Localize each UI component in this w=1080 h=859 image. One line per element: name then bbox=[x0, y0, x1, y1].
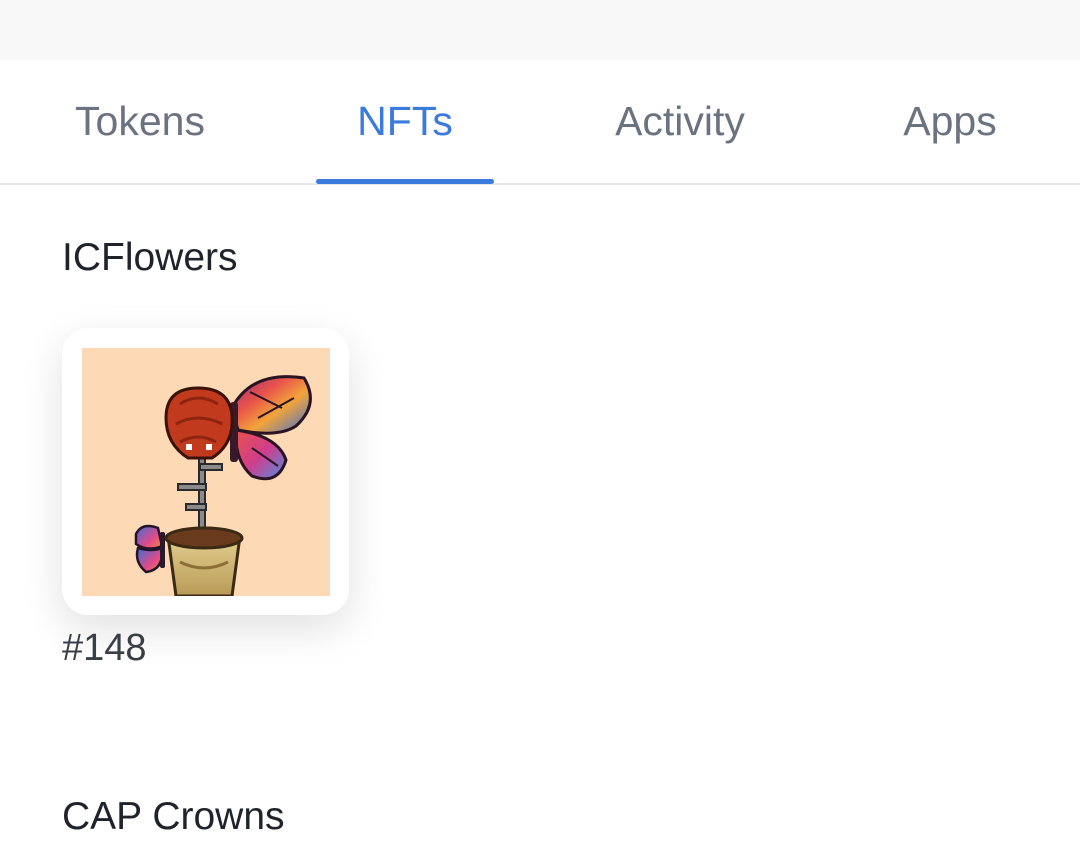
collection-title-icflowers: ICFlowers bbox=[62, 236, 238, 279]
tab-bar: Tokens NFTs Activity Apps bbox=[0, 60, 1080, 185]
tab-activity[interactable]: Activity bbox=[550, 60, 810, 183]
tab-apps[interactable]: Apps bbox=[820, 60, 1080, 183]
tab-nfts[interactable]: NFTs bbox=[280, 60, 530, 183]
top-bar bbox=[0, 0, 1080, 60]
flower-with-butterflies-icon bbox=[82, 348, 330, 596]
nft-card[interactable] bbox=[62, 328, 349, 615]
active-tab-indicator bbox=[316, 179, 494, 184]
tab-tokens[interactable]: Tokens bbox=[10, 60, 270, 183]
collection-title-cap-crowns: CAP Crowns bbox=[62, 795, 285, 838]
nft-token-id: #148 bbox=[62, 627, 147, 669]
